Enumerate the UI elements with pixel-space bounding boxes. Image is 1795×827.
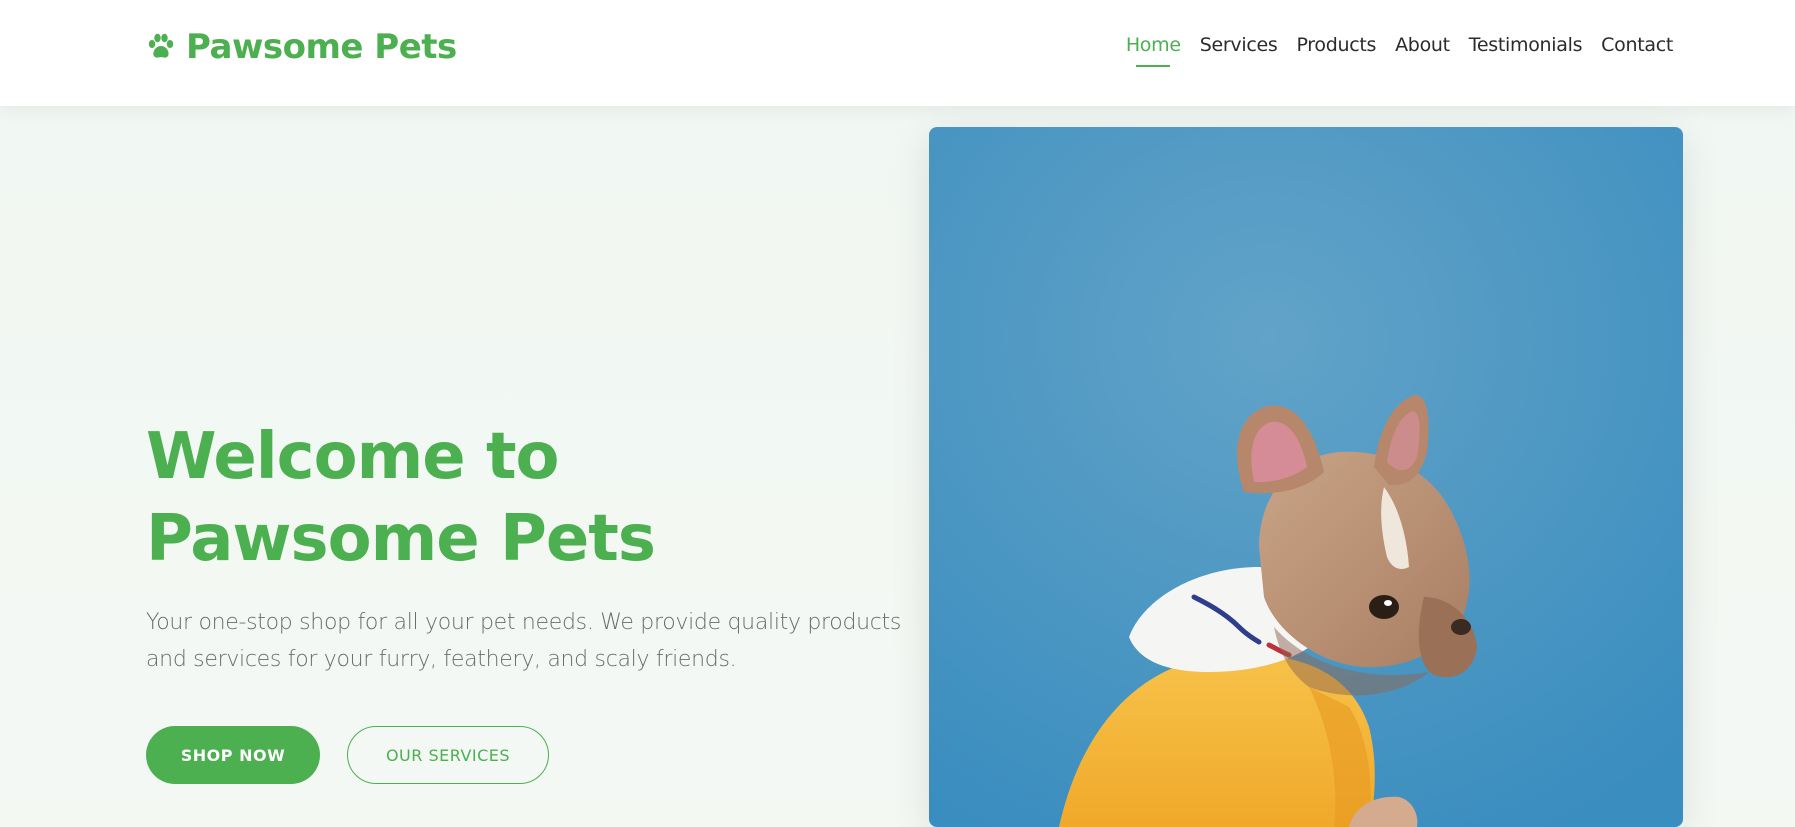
brand-name: Pawsome Pets — [186, 27, 457, 67]
nav-home[interactable]: Home — [1126, 34, 1181, 56]
our-services-button[interactable]: OUR SERVICES — [347, 726, 549, 784]
nav-testimonials[interactable]: Testimonials — [1469, 34, 1583, 56]
hero-title: Welcome to Pawsome Pets — [146, 416, 906, 580]
hero-image — [929, 127, 1683, 827]
paw-icon — [148, 33, 174, 58]
hero-subtitle: Your one-stop shop for all your pet need… — [146, 610, 902, 672]
french-bulldog-photo — [929, 127, 1683, 827]
nav-contact[interactable]: Contact — [1601, 34, 1673, 56]
nav-services[interactable]: Services — [1200, 34, 1278, 56]
site-header: Pawsome Pets Home Services Products Abou… — [0, 0, 1795, 106]
shop-now-button[interactable]: SHOP NOW — [146, 726, 320, 784]
nav-about[interactable]: About — [1395, 34, 1450, 56]
hero-title-line2: Pawsome Pets — [146, 502, 656, 576]
main-nav: Home Services Products About Testimonial… — [1126, 34, 1673, 56]
nav-products[interactable]: Products — [1296, 34, 1376, 56]
hero-title-line1: Welcome to — [146, 420, 559, 494]
hero-section: Welcome to Pawsome Pets Your one-stop sh… — [0, 106, 1795, 827]
brand-logo[interactable]: Pawsome Pets — [146, 27, 457, 67]
